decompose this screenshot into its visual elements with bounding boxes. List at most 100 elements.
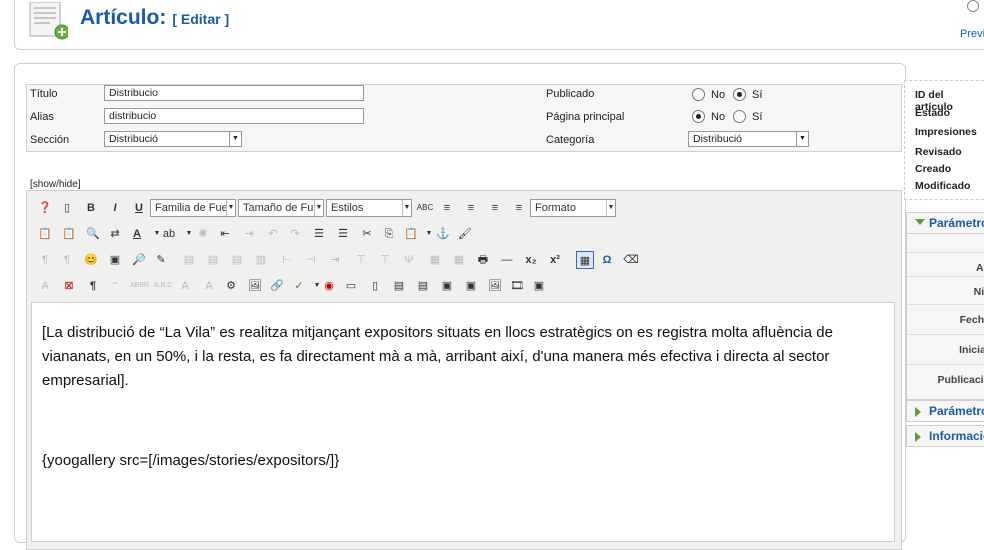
rtl-icon[interactable]: ¶ <box>58 251 76 269</box>
editor-content[interactable]: [La distribució de “La Vila” es realitza… <box>31 302 895 542</box>
help-icon[interactable]: ❓ <box>36 199 54 217</box>
pilcrow-icon[interactable]: ¶ <box>84 277 102 295</box>
replace-icon[interactable]: ⇄ <box>106 225 124 243</box>
subscript-icon[interactable]: x₂ <box>522 251 540 269</box>
document-add-icon[interactable]: ▤ <box>390 277 408 295</box>
parameters-toggle[interactable]: Parámetros <box>906 212 984 234</box>
font-family-select[interactable]: Familia de Fue ▼ <box>150 199 236 217</box>
eraser-icon[interactable]: ⌫ <box>622 251 640 269</box>
bold-icon[interactable]: B <box>82 199 100 217</box>
find-icon[interactable]: 🔍 <box>84 225 102 243</box>
publicado-no-radio[interactable] <box>692 88 705 101</box>
emoticon-icon[interactable]: 😊 <box>82 251 100 269</box>
information-toggle[interactable]: Información <box>906 425 984 447</box>
delete-row-icon[interactable]: ▤ <box>228 251 246 269</box>
block-icon[interactable]: ◉ <box>320 277 338 295</box>
preview-icon[interactable]: 🔎 <box>130 251 148 269</box>
impresiones-label: Impresiones <box>915 126 977 138</box>
quote-icon[interactable]: “” <box>106 277 124 295</box>
print-icon[interactable]: 🖶 <box>474 251 492 269</box>
special-char-icon[interactable]: Ω <box>598 251 616 269</box>
table-icon[interactable]: ▦ <box>576 251 594 269</box>
numbered-list-icon[interactable]: ☰ <box>310 225 328 243</box>
film-icon[interactable]: 🎞 <box>508 277 526 295</box>
format-select[interactable]: Formato ▼ <box>530 199 616 217</box>
paste-icon[interactable]: 📋 <box>36 225 54 243</box>
align-justify-icon[interactable]: ≡ <box>510 199 528 217</box>
clean-brush-icon[interactable]: 🖌 <box>456 225 474 243</box>
show-hide-link[interactable]: [show/hide] <box>30 179 81 190</box>
split-cells-icon[interactable]: ▥ <box>252 251 270 269</box>
link-icon[interactable]: 🔗 <box>268 277 286 295</box>
titulo-label: Título <box>30 88 58 100</box>
titulo-input[interactable] <box>104 85 364 101</box>
insert-row-after-icon[interactable]: ▤ <box>204 251 222 269</box>
del-icon[interactable]: A <box>200 277 218 295</box>
picture-icon[interactable]: ▣ <box>462 277 480 295</box>
parameters-advanced-toggle[interactable]: Parámetros <box>906 400 984 422</box>
underline-icon[interactable]: U <box>130 199 148 217</box>
abc-icon[interactable]: A.B.C <box>154 277 172 295</box>
edit-subtitle: [ Editar ] <box>172 11 230 27</box>
merge-cells-icon[interactable]: ⊤ <box>352 251 370 269</box>
col-before-icon[interactable]: ⊢ <box>278 251 296 269</box>
attribs-icon[interactable]: ⚙ <box>222 277 240 295</box>
page-title-text: Artículo: <box>80 6 167 29</box>
acronym-icon[interactable]: ABBR <box>130 277 149 295</box>
image-insert-icon[interactable]: 🖼 <box>486 277 504 295</box>
bulleted-list-icon[interactable]: ☰ <box>334 225 352 243</box>
italic-icon[interactable]: I <box>106 199 124 217</box>
fullscreen-icon[interactable]: ▣ <box>530 277 548 295</box>
ltr-icon[interactable]: ¶ <box>36 251 54 269</box>
col-after-icon[interactable]: ⊣ <box>302 251 320 269</box>
table-props-icon[interactable]: ▦ <box>426 251 444 269</box>
layer-icon[interactable]: ▭ <box>342 277 360 295</box>
align-left-icon[interactable]: ≡ <box>438 199 456 217</box>
redo-icon[interactable]: ↷ <box>286 225 304 243</box>
split-icon[interactable]: ⊤ <box>376 251 394 269</box>
outdent-icon[interactable]: ⇤ <box>216 225 234 243</box>
preview-button[interactable]: Previ <box>958 0 984 44</box>
cut-icon[interactable]: ✂ <box>358 225 376 243</box>
insert-row-before-icon[interactable]: ▤ <box>180 251 198 269</box>
gallery-icon[interactable]: ▣ <box>438 277 456 295</box>
undo-icon[interactable]: ↶ <box>264 225 282 243</box>
ins-icon[interactable]: A <box>176 277 194 295</box>
align-right-icon[interactable]: ≡ <box>486 199 504 217</box>
cell-props-icon[interactable]: Ψ <box>400 251 418 269</box>
cleanup-icon[interactable]: ✺ <box>194 225 212 243</box>
text-color-icon[interactable]: A <box>128 225 146 243</box>
paste-word-icon[interactable]: 📋 <box>60 225 78 243</box>
pagina-no-radio[interactable] <box>692 110 705 123</box>
abbr-icon[interactable]: ⊠ <box>60 277 78 295</box>
alias-input[interactable] <box>104 108 364 124</box>
align-center-icon[interactable]: ≡ <box>462 199 480 217</box>
image-icon[interactable]: 🖼 <box>246 277 264 295</box>
expand-icon <box>915 407 921 417</box>
superscript-icon[interactable]: x² <box>546 251 564 269</box>
template-icon[interactable]: ▯ <box>366 277 384 295</box>
paste-options-icon[interactable]: 📋 <box>402 225 420 243</box>
anchor-icon[interactable]: ⚓ <box>434 225 452 243</box>
new-document-icon[interactable]: ▯ <box>58 199 76 217</box>
cite-icon[interactable]: A <box>36 277 54 295</box>
pagina-principal-label: Página principal <box>546 111 625 123</box>
pagina-si-radio[interactable] <box>733 110 746 123</box>
copy-icon[interactable]: ⎘ <box>380 225 398 243</box>
seccion-select[interactable]: Distribució ▼ <box>104 131 242 147</box>
horizontal-rule-icon[interactable]: — <box>498 251 516 269</box>
indent-icon[interactable]: ⇥ <box>240 225 258 243</box>
spellcheck-icon[interactable]: ✓ <box>290 277 308 295</box>
styles-select[interactable]: Estilos ▼ <box>326 199 412 217</box>
document-remove-icon[interactable]: ▤ <box>414 277 432 295</box>
media-icon[interactable]: ▣ <box>106 251 124 269</box>
content-paragraph: {yoogallery src=[/images/stories/exposit… <box>42 452 340 469</box>
publicado-si-radio[interactable] <box>733 88 746 101</box>
delete-col-icon[interactable]: ⇥ <box>326 251 344 269</box>
row-props-icon[interactable]: ▦ <box>450 251 468 269</box>
edit-icon[interactable]: ✎ <box>152 251 170 269</box>
strikethrough-icon[interactable]: ABC <box>416 199 434 217</box>
font-size-select[interactable]: Tamaño de Fu ▼ <box>238 199 324 217</box>
categoria-select[interactable]: Distribució ▼ <box>688 131 809 147</box>
highlight-color-icon[interactable]: ab <box>160 225 178 243</box>
